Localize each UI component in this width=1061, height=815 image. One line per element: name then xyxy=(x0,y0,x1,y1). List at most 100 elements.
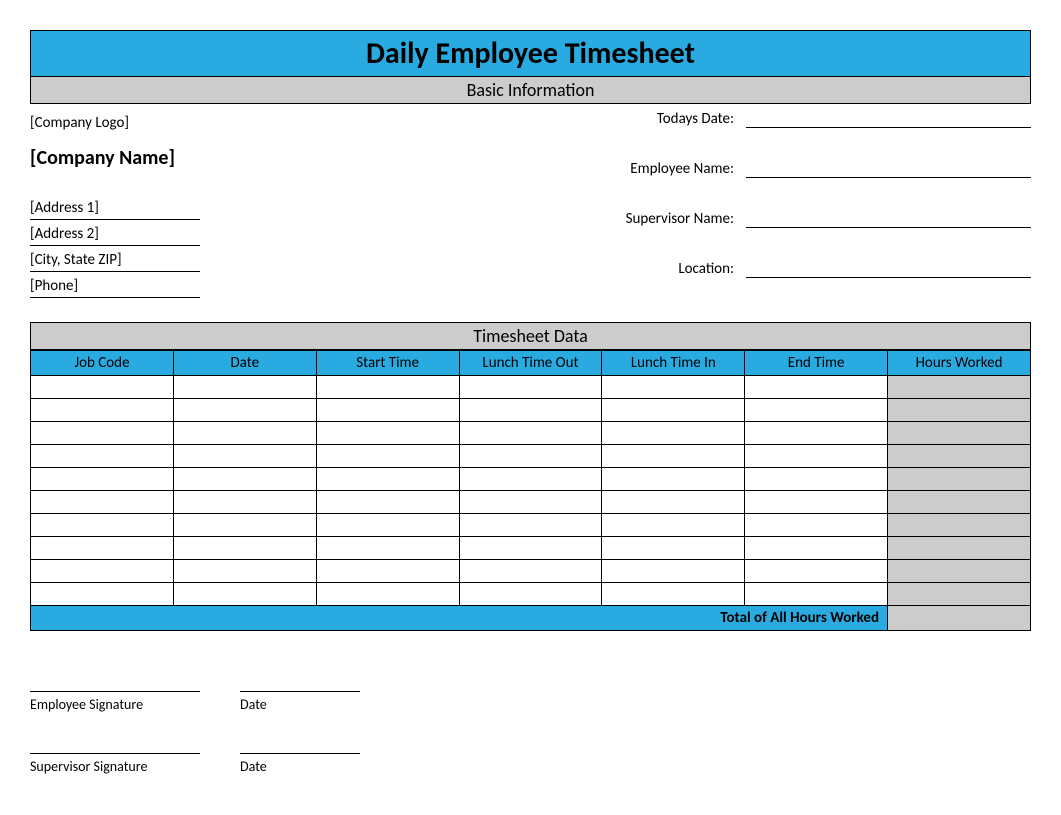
cell[interactable] xyxy=(316,399,459,422)
cell[interactable] xyxy=(459,399,602,422)
cell[interactable] xyxy=(173,514,316,537)
col-job-code: Job Code xyxy=(31,351,174,376)
supervisor-name-input[interactable] xyxy=(746,210,1031,228)
cell[interactable] xyxy=(745,583,888,606)
cell[interactable] xyxy=(459,468,602,491)
cell[interactable] xyxy=(31,537,174,560)
cell[interactable] xyxy=(316,514,459,537)
cell[interactable] xyxy=(888,491,1031,514)
cell[interactable] xyxy=(173,537,316,560)
cell[interactable] xyxy=(745,560,888,583)
cell[interactable] xyxy=(316,583,459,606)
cell[interactable] xyxy=(31,514,174,537)
cell[interactable] xyxy=(31,376,174,399)
cell[interactable] xyxy=(745,537,888,560)
cell[interactable] xyxy=(745,468,888,491)
table-row xyxy=(31,399,1031,422)
cell[interactable] xyxy=(173,560,316,583)
phone[interactable]: [Phone] xyxy=(30,277,200,298)
company-name: [Company Name] xyxy=(30,146,510,170)
cell[interactable] xyxy=(173,399,316,422)
cell[interactable] xyxy=(31,468,174,491)
cell[interactable] xyxy=(888,468,1031,491)
cell[interactable] xyxy=(888,445,1031,468)
cell[interactable] xyxy=(31,583,174,606)
cell[interactable] xyxy=(316,560,459,583)
table-row xyxy=(31,468,1031,491)
cell[interactable] xyxy=(31,560,174,583)
cell[interactable] xyxy=(888,422,1031,445)
cell[interactable] xyxy=(316,422,459,445)
supervisor-name-label: Supervisor Name: xyxy=(551,210,734,228)
cell[interactable] xyxy=(31,491,174,514)
cell[interactable] xyxy=(888,583,1031,606)
cell[interactable] xyxy=(173,422,316,445)
cell[interactable] xyxy=(173,468,316,491)
cell[interactable] xyxy=(459,445,602,468)
total-value xyxy=(888,606,1031,631)
cell[interactable] xyxy=(888,537,1031,560)
cell[interactable] xyxy=(888,514,1031,537)
total-label: Total of All Hours Worked xyxy=(31,606,888,631)
cell[interactable] xyxy=(602,491,745,514)
table-row xyxy=(31,514,1031,537)
cell[interactable] xyxy=(602,376,745,399)
cell[interactable] xyxy=(31,422,174,445)
employee-signature-label: Employee Signature xyxy=(30,691,200,713)
basic-info-header: Basic Information xyxy=(30,77,1031,104)
cell[interactable] xyxy=(888,399,1031,422)
cell[interactable] xyxy=(602,537,745,560)
cell[interactable] xyxy=(745,514,888,537)
cell[interactable] xyxy=(316,468,459,491)
table-row xyxy=(31,537,1031,560)
cell[interactable] xyxy=(173,491,316,514)
cell[interactable] xyxy=(602,514,745,537)
employee-name-input[interactable] xyxy=(746,160,1031,178)
city-state-zip[interactable]: [City, State ZIP] xyxy=(30,251,200,272)
cell[interactable] xyxy=(888,376,1031,399)
cell[interactable] xyxy=(459,560,602,583)
cell[interactable] xyxy=(602,468,745,491)
cell[interactable] xyxy=(745,422,888,445)
cell[interactable] xyxy=(745,491,888,514)
cell[interactable] xyxy=(31,445,174,468)
table-row xyxy=(31,376,1031,399)
cell[interactable] xyxy=(316,376,459,399)
cell[interactable] xyxy=(602,422,745,445)
company-logo: [Company Logo] xyxy=(30,114,510,132)
cell[interactable] xyxy=(173,376,316,399)
address-2[interactable]: [Address 2] xyxy=(30,225,200,246)
cell[interactable] xyxy=(602,560,745,583)
cell[interactable] xyxy=(459,537,602,560)
cell[interactable] xyxy=(602,583,745,606)
cell[interactable] xyxy=(745,376,888,399)
cell[interactable] xyxy=(173,445,316,468)
col-start-time: Start Time xyxy=(316,351,459,376)
cell[interactable] xyxy=(316,445,459,468)
todays-date-input[interactable] xyxy=(746,110,1031,128)
table-row xyxy=(31,491,1031,514)
cell[interactable] xyxy=(745,399,888,422)
cell[interactable] xyxy=(459,514,602,537)
col-end-time: End Time xyxy=(745,351,888,376)
cell[interactable] xyxy=(459,583,602,606)
cell[interactable] xyxy=(459,376,602,399)
cell[interactable] xyxy=(602,399,745,422)
basic-info: [Company Logo] [Company Name] [Address 1… xyxy=(30,110,1031,302)
col-lunch-time-out: Lunch Time Out xyxy=(459,351,602,376)
table-row xyxy=(31,422,1031,445)
address-1[interactable]: [Address 1] xyxy=(30,199,200,220)
cell[interactable] xyxy=(602,445,745,468)
cell[interactable] xyxy=(316,491,459,514)
cell[interactable] xyxy=(745,445,888,468)
cell[interactable] xyxy=(316,537,459,560)
cell[interactable] xyxy=(173,583,316,606)
table-row xyxy=(31,445,1031,468)
cell[interactable] xyxy=(31,399,174,422)
cell[interactable] xyxy=(459,422,602,445)
location-input[interactable] xyxy=(746,260,1031,278)
cell[interactable] xyxy=(888,560,1031,583)
col-hours-worked: Hours Worked xyxy=(888,351,1031,376)
location-label: Location: xyxy=(551,260,734,278)
cell[interactable] xyxy=(459,491,602,514)
